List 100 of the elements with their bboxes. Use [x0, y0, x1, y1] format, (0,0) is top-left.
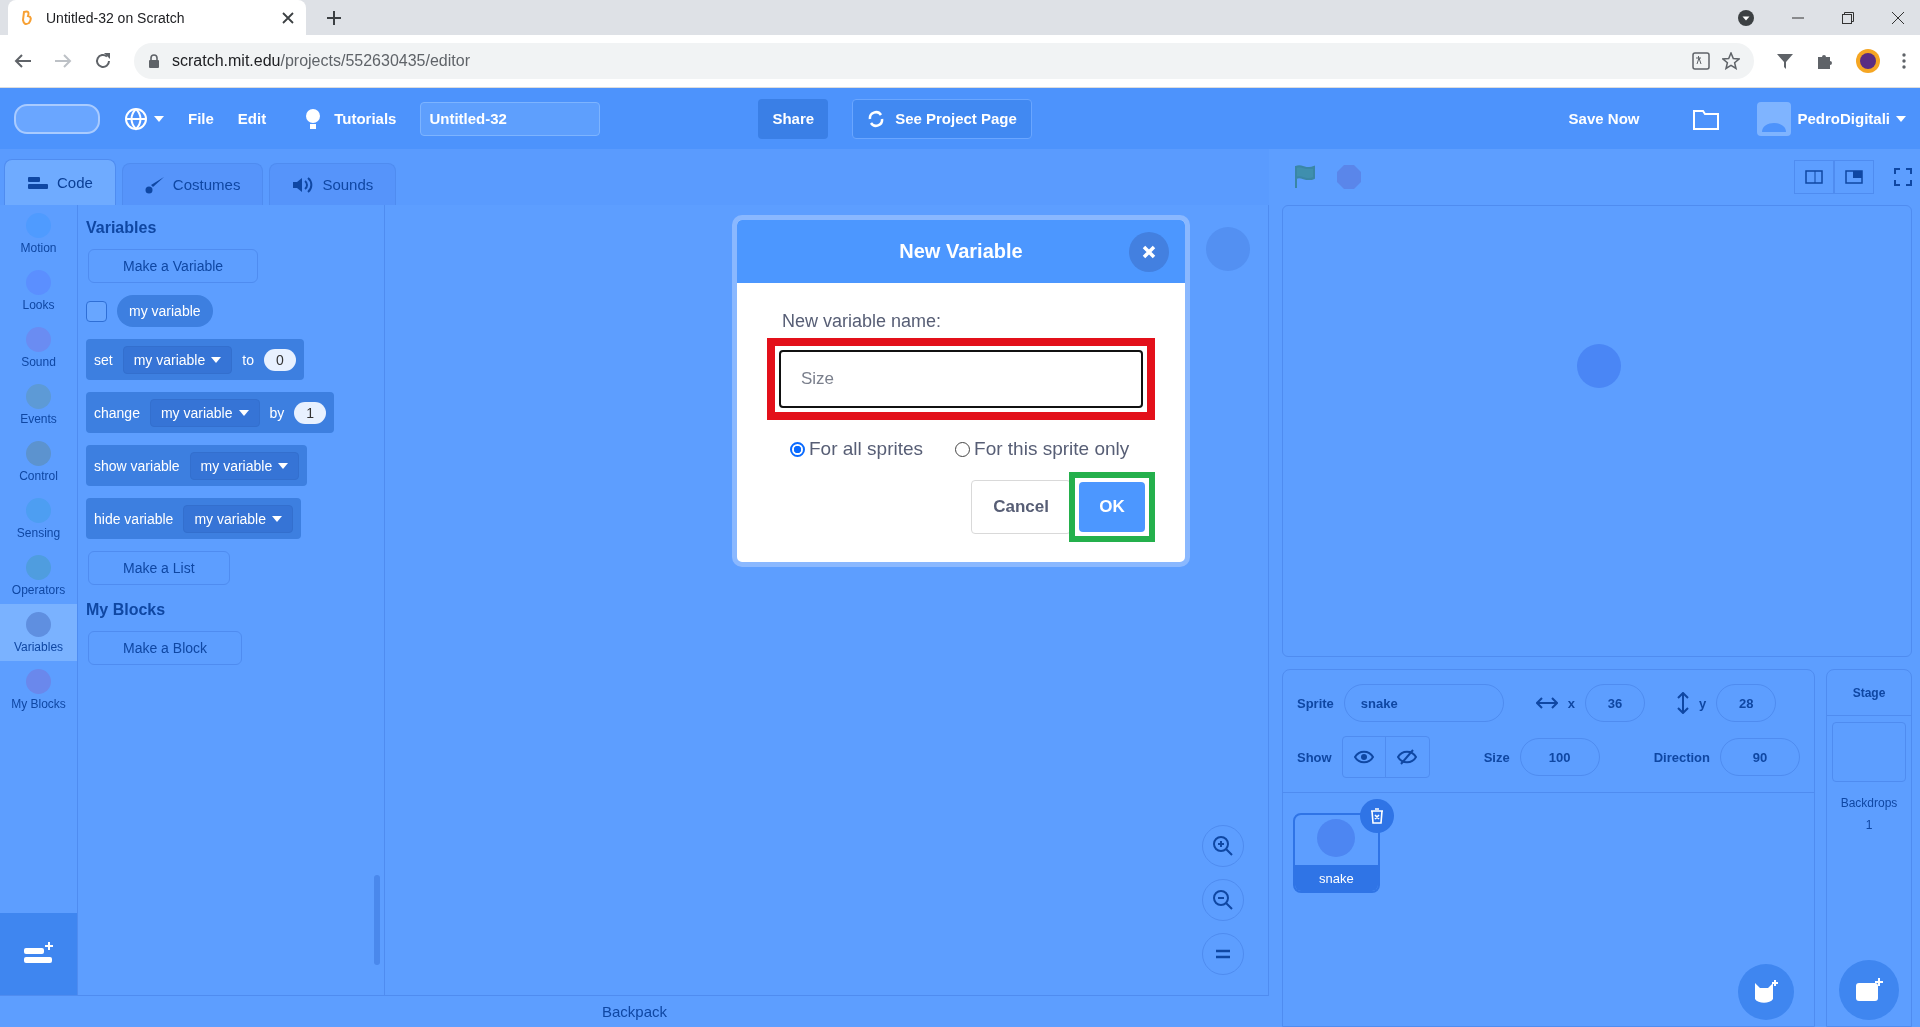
back-icon[interactable]: [14, 52, 32, 70]
category-item[interactable]: Operators: [0, 547, 77, 604]
address-bar[interactable]: scratch.mit.edu/projects/552630435/editor: [134, 43, 1754, 79]
code-block[interactable]: hide variable my variable: [86, 498, 301, 539]
sprite-tile[interactable]: snake: [1292, 813, 1380, 893]
translate-icon[interactable]: [1692, 52, 1710, 70]
add-backdrop-button[interactable]: [1839, 960, 1899, 1020]
loop-icon: [867, 109, 886, 128]
category-item[interactable]: Looks: [0, 262, 77, 319]
field-label: Show: [1296, 749, 1332, 765]
eye-off-icon: [1397, 749, 1418, 765]
scratch-favicon-icon: [20, 9, 34, 26]
block-input[interactable]: 0: [263, 348, 296, 371]
vertical-arrow-icon: [1677, 692, 1690, 714]
ok-button[interactable]: OK: [1079, 482, 1145, 532]
category-item[interactable]: Control: [0, 433, 77, 490]
save-now-link[interactable]: Save Now: [1568, 110, 1640, 127]
close-icon[interactable]: [1892, 11, 1904, 24]
field-label: Size: [1483, 749, 1510, 765]
palette-button[interactable]: Make a List: [88, 551, 230, 585]
small-stage-button[interactable]: [1794, 160, 1834, 194]
category-item[interactable]: My Blocks: [0, 661, 77, 718]
code-block[interactable]: change my variable by 1: [86, 392, 335, 433]
field-label: Sprite: [1296, 695, 1334, 711]
block-input[interactable]: 1: [294, 401, 327, 424]
fullscreen-icon[interactable]: [1894, 168, 1912, 186]
add-sprite-button[interactable]: [1738, 964, 1794, 1020]
backdrops-count: 1: [1865, 818, 1873, 832]
backpack-bar[interactable]: Backpack: [0, 995, 1269, 1027]
add-extension-button[interactable]: [0, 913, 77, 995]
speaker-icon: [292, 176, 315, 193]
input-field[interactable]: Size: [779, 350, 1143, 408]
code-block[interactable]: show variable my variable: [86, 445, 308, 486]
caret-icon: [211, 356, 222, 363]
radio-option[interactable]: For this sprite only: [955, 438, 1130, 460]
palette-button[interactable]: Make a Variable: [88, 249, 259, 283]
forward-icon[interactable]: [54, 52, 72, 70]
block-dropdown[interactable]: my variable: [183, 504, 293, 533]
project-title-field[interactable]: Untitled-32: [420, 101, 601, 136]
close-icon[interactable]: [282, 11, 294, 24]
code-blocks-icon: [27, 174, 49, 191]
field-label: y: [1699, 695, 1707, 711]
horizontal-arrow-icon: [1535, 697, 1558, 709]
see-project-page-button[interactable]: See Project Page: [852, 98, 1032, 139]
cancel-button[interactable]: Cancel: [971, 480, 1071, 534]
editor-tab[interactable]: Code: [4, 159, 116, 205]
menu-item[interactable]: File: [188, 110, 214, 127]
caret-icon: [154, 115, 164, 122]
browser-tab[interactable]: Untitled-32 on Scratch: [8, 0, 306, 35]
category-item[interactable]: Variables: [0, 604, 77, 661]
category-item[interactable]: Motion: [0, 205, 77, 262]
caret-icon: [272, 515, 282, 522]
restore-icon[interactable]: [1842, 11, 1854, 24]
radio-option[interactable]: For all sprites: [790, 438, 924, 460]
reload-icon[interactable]: [94, 52, 112, 70]
globe-icon[interactable]: [124, 106, 148, 131]
block-dropdown[interactable]: my variable: [149, 398, 260, 427]
caret-icon: [238, 409, 249, 416]
block-label: show variable: [94, 457, 180, 474]
variable-reporter-block[interactable]: my variable: [117, 295, 213, 327]
lightbulb-icon[interactable]: [304, 107, 323, 130]
funnel-icon[interactable]: [1776, 52, 1794, 70]
image-plus-icon: [1855, 978, 1883, 1002]
tutorials-link[interactable]: Tutorials: [334, 110, 397, 127]
code-block[interactable]: set my variable to 0: [86, 339, 304, 380]
close-button[interactable]: [1129, 232, 1169, 272]
caret-icon: [1896, 115, 1906, 122]
menu-item[interactable]: Edit: [237, 110, 267, 127]
block-label: change: [94, 404, 140, 421]
delete-button[interactable]: [1359, 799, 1394, 833]
avatar-icon[interactable]: [1856, 49, 1880, 73]
editor-tab[interactable]: Costumes: [121, 163, 264, 205]
normal-stage-button[interactable]: [1834, 160, 1874, 194]
block-label: to: [242, 351, 254, 368]
star-icon[interactable]: [1722, 52, 1740, 70]
block-label: hide variable: [94, 510, 174, 527]
block-label: by: [269, 404, 285, 421]
palette-button[interactable]: Make a Block: [88, 631, 243, 665]
account-menu[interactable]: PedroDigitali: [1797, 110, 1890, 127]
category-item[interactable]: Sensing: [0, 490, 77, 547]
logo[interactable]: [14, 101, 100, 136]
editor-tab[interactable]: Sounds: [269, 163, 397, 205]
trash-icon: [1369, 808, 1384, 824]
more-icon[interactable]: [1902, 53, 1906, 69]
share-button[interactable]: Share: [758, 98, 829, 139]
new-tab-icon[interactable]: [326, 10, 342, 26]
profile-menu-icon[interactable]: [1738, 9, 1754, 26]
folder-icon[interactable]: [1693, 107, 1720, 130]
category-item[interactable]: Events: [0, 376, 77, 433]
tab-title: Untitled-32 on Scratch: [46, 9, 186, 26]
url-text: scratch.mit.edu/projects/552630435/editor: [172, 52, 471, 70]
small-stage-icon: [1805, 170, 1823, 184]
category-item[interactable]: Sound: [0, 319, 77, 376]
cat-plus-icon: [1752, 979, 1780, 1005]
close-icon: [1142, 245, 1156, 259]
block-dropdown[interactable]: my variable: [122, 345, 233, 374]
block-dropdown[interactable]: my variable: [189, 451, 300, 480]
puzzle-icon[interactable]: [1816, 52, 1834, 70]
lock-icon: [148, 54, 160, 68]
checkbox[interactable]: [86, 300, 107, 322]
